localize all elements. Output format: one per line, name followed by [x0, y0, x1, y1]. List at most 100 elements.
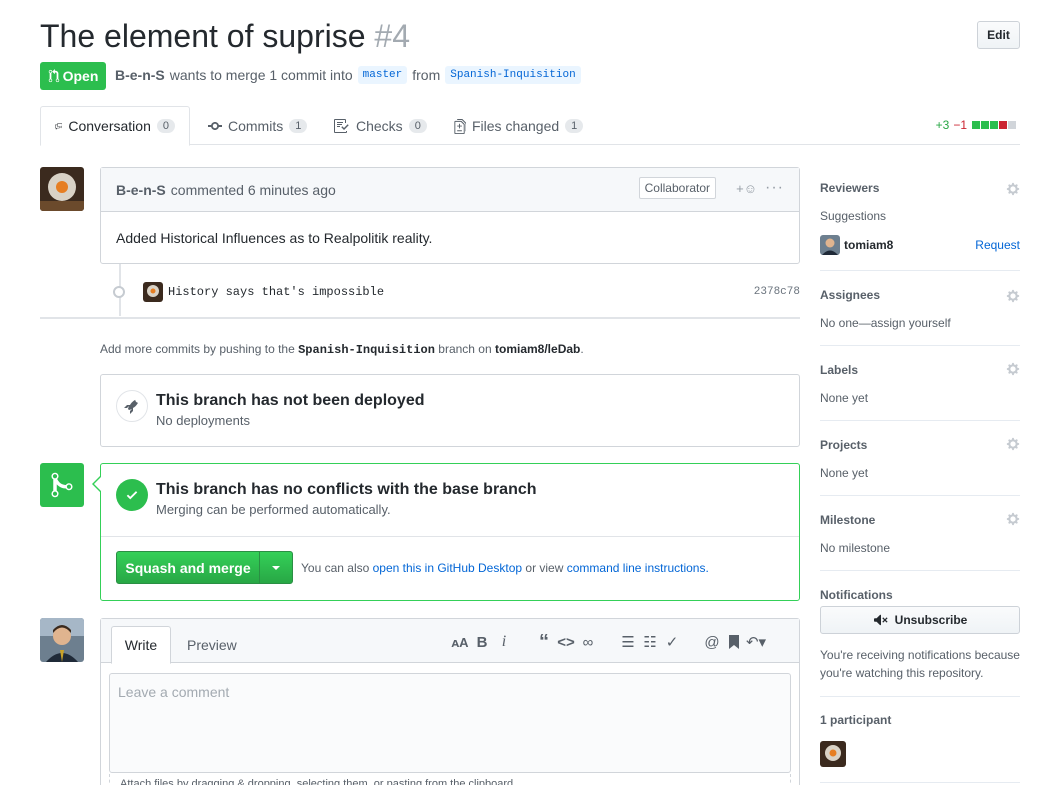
comment-timestamp[interactable]: commented 6 minutes ago	[171, 182, 336, 198]
merge-text: wants to merge 1 commit into	[169, 67, 353, 83]
sidebar-labels-heading[interactable]: Labels	[820, 363, 1020, 377]
pull-request-icon	[48, 69, 59, 83]
projects-value: None yet	[820, 466, 869, 480]
unsubscribe-label: Unsubscribe	[894, 613, 968, 627]
gear-icon[interactable]	[1006, 289, 1020, 303]
push-help-middle: branch on	[438, 342, 492, 356]
sidebar-participants: 1 participant	[820, 713, 1020, 783]
sidebar-projects-heading[interactable]: Projects	[820, 438, 1020, 452]
tab-conversation-count: 0	[156, 119, 175, 133]
tab-checks-label: Checks	[356, 118, 403, 134]
diffstat: +3 −1	[936, 118, 1016, 132]
reviewer-suggestions-label: Suggestions	[820, 209, 887, 223]
squash-and-merge-button[interactable]: Squash and merge	[116, 551, 260, 584]
push-help-suffix: .	[580, 342, 584, 356]
saved-replies-icon[interactable]	[723, 632, 745, 652]
mute-icon	[873, 614, 888, 626]
unsubscribe-button[interactable]: Unsubscribe	[820, 606, 1020, 634]
merge-method-dropdown[interactable]	[259, 551, 293, 584]
gear-icon[interactable]	[1006, 362, 1020, 376]
file-diff-icon	[454, 118, 466, 134]
attach-files-hint[interactable]: Attach files by dragging & dropping, sel…	[109, 774, 791, 785]
comment-author-link[interactable]: B-e-n-S	[116, 182, 166, 198]
diffstat-blocks	[971, 118, 1016, 132]
deployment-status-box: This branch has not been deployed No dep…	[100, 374, 800, 447]
from-text: from	[412, 67, 441, 83]
task-list-icon[interactable]: ✓	[661, 632, 683, 652]
commit-row: History says that's impossible 2378c78	[110, 280, 800, 304]
sidebar-notifications-heading: Notifications	[820, 588, 893, 602]
link-icon[interactable]: ∞	[577, 632, 599, 652]
bold-icon[interactable]: B	[471, 632, 493, 652]
tab-write[interactable]: Write	[111, 626, 171, 664]
edit-button[interactable]: Edit	[977, 21, 1020, 49]
text-size-icon[interactable]: ᴀA	[449, 632, 471, 652]
numbered-list-icon[interactable]: ☷	[639, 632, 661, 652]
check-icon	[116, 479, 148, 511]
pr-tabs: Conversation 0 Commits 1 Checks 0 Files …	[40, 106, 1020, 146]
command-line-instructions-link[interactable]: command line instructions	[567, 561, 706, 575]
quote-icon[interactable]: “	[533, 631, 555, 653]
pr-title: The element of suprise #4	[40, 18, 410, 55]
merge-help-suffix: .	[705, 561, 709, 575]
italic-icon[interactable]: i	[493, 632, 515, 652]
gear-icon[interactable]	[1006, 437, 1020, 451]
tab-conversation[interactable]: Conversation 0	[40, 106, 190, 146]
sidebar-assignees-heading[interactable]: Assignees	[820, 288, 1020, 302]
bulleted-list-icon[interactable]: ☰	[617, 632, 639, 652]
checklist-icon	[334, 119, 349, 133]
commit-icon	[208, 122, 222, 130]
code-icon[interactable]: <>	[555, 632, 577, 652]
commit-author-avatar[interactable]	[143, 282, 163, 302]
merge-box-pointer-fill	[94, 476, 102, 492]
assign-yourself-link[interactable]: No one—assign yourself	[820, 316, 1020, 330]
sidebar-assignees: Assignees No one—assign yourself	[820, 288, 1020, 346]
tab-files-changed[interactable]: Files changed 1	[440, 106, 597, 146]
sidebar-milestone-heading[interactable]: Milestone	[820, 513, 1020, 527]
commit-sha-link[interactable]: 2378c78	[754, 286, 800, 298]
gear-icon[interactable]	[1006, 512, 1020, 526]
request-review-link[interactable]: Request	[975, 238, 1020, 252]
deploy-subtitle: No deployments	[156, 413, 250, 428]
more-options-icon[interactable]: ···	[765, 179, 784, 197]
status-badge-label: Open	[62, 68, 99, 84]
commit-message-link[interactable]: History says that's impossible	[168, 285, 384, 299]
tab-commits[interactable]: Commits 1	[194, 106, 321, 146]
chevron-down-icon	[272, 565, 280, 570]
push-help-text: Add more commits by pushing to the Spani…	[100, 342, 584, 357]
participant-avatar[interactable]	[820, 741, 846, 767]
push-help-prefix: Add more commits by pushing to the	[100, 342, 295, 356]
current-user-avatar[interactable]	[40, 618, 84, 662]
base-branch[interactable]: master	[357, 66, 408, 84]
sidebar-reviewers-heading[interactable]: Reviewers	[820, 181, 1020, 195]
pr-author-link[interactable]: B-e-n-S	[115, 67, 165, 83]
pr-title-text: The element of suprise	[40, 18, 366, 54]
commit-dot-icon	[113, 286, 125, 298]
merge-help-middle: or view	[525, 561, 564, 575]
comment-header: B-e-n-S commented 6 minutes ago Collabor…	[101, 168, 799, 212]
comment-textarea[interactable]: Leave a comment	[109, 673, 791, 773]
open-in-desktop-link[interactable]: open this in GitHub Desktop	[373, 561, 522, 575]
pr-number: #4	[374, 18, 410, 54]
git-merge-icon	[40, 463, 84, 507]
gear-icon[interactable]	[1006, 182, 1020, 196]
reply-icon[interactable]: ↶▾	[745, 632, 767, 652]
tab-checks[interactable]: Checks 0	[320, 106, 441, 146]
markdown-toolbar: ᴀA B i “ <> ∞ ☰ ☷ ✓ @ ↶▾	[449, 631, 767, 653]
merge-status-title: This branch has no conflicts with the ba…	[156, 481, 537, 498]
mention-icon[interactable]: @	[701, 632, 723, 652]
suggested-reviewer-name[interactable]: tomiam8	[844, 238, 893, 252]
collaborator-label: Collaborator	[638, 177, 716, 199]
add-reaction-icon[interactable]: +☺	[736, 181, 757, 196]
milestone-value: No milestone	[820, 541, 891, 555]
avatar[interactable]	[820, 235, 840, 255]
head-branch[interactable]: Spanish-Inquisition	[445, 66, 581, 84]
pr-meta: B-e-n-S wants to merge 1 commit into mas…	[115, 66, 581, 84]
comment-discussion-icon	[55, 123, 63, 130]
comment-body: Added Historical Influences as to Realpo…	[116, 230, 433, 246]
tab-preview[interactable]: Preview	[187, 637, 237, 653]
avatar[interactable]	[40, 167, 84, 211]
tab-commits-count: 1	[289, 119, 308, 133]
labels-value: None yet	[820, 391, 869, 405]
timeline-divider	[40, 317, 800, 319]
